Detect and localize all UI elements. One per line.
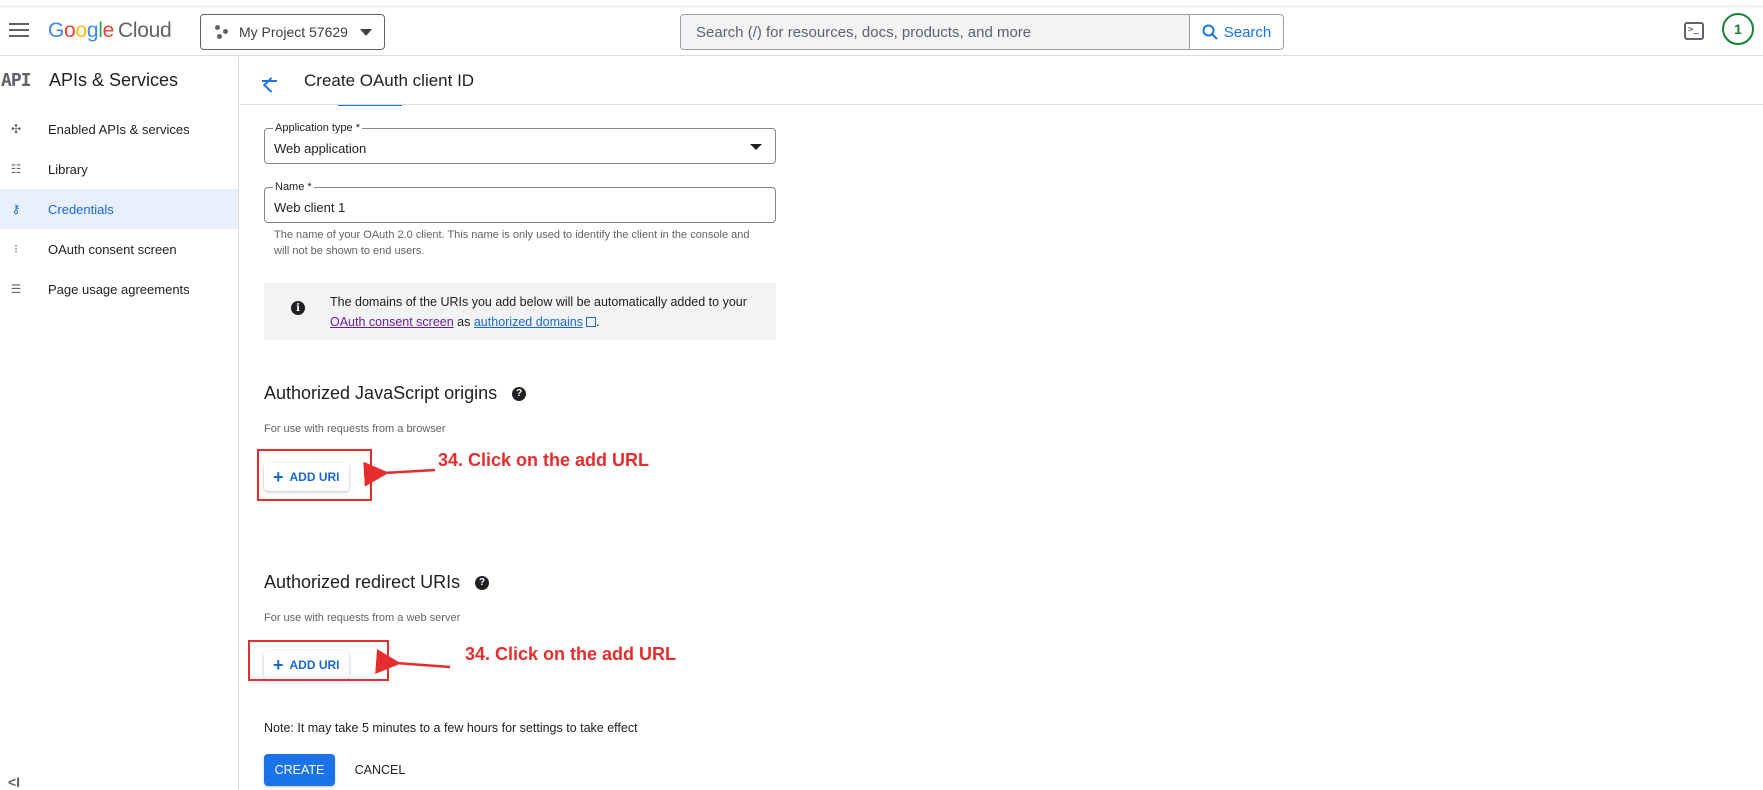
- name-value: Web client 1: [274, 200, 346, 215]
- name-help-text: The name of your OAuth 2.0 client. This …: [274, 229, 750, 257]
- external-link-icon: [585, 317, 596, 327]
- oauth-consent-link[interactable]: OAuth consent screen: [330, 315, 454, 329]
- annotation-text-2: 34. Click on the add URL: [465, 644, 677, 664]
- sidebar-item-oauth-consent[interactable]: ⁝ OAuth consent screen: [0, 229, 238, 269]
- cancel-button[interactable]: CANCEL: [344, 754, 416, 786]
- project-name: My Project 57629: [239, 24, 348, 40]
- annotation-text-1: 34. Click on the add URL: [438, 450, 650, 470]
- info-icon: i: [291, 301, 305, 315]
- application-type-select[interactable]: Application type * Web application: [264, 122, 776, 164]
- search-icon: [1202, 24, 1218, 40]
- enabled-apis-icon: ✣: [10, 122, 22, 136]
- search-bar: Search: [680, 14, 1284, 50]
- create-button[interactable]: CREATE: [264, 754, 335, 786]
- consent-icon: ⁝: [14, 242, 18, 256]
- name-field[interactable]: Name * Web client 1: [264, 181, 776, 223]
- sidebar: API APIs & Services ✣ Enabled APIs & ser…: [0, 57, 239, 790]
- project-selector[interactable]: My Project 57629: [200, 14, 385, 50]
- collapse-sidebar-icon[interactable]: <I: [8, 774, 20, 790]
- menu-icon[interactable]: [8, 21, 30, 39]
- google-cloud-logo[interactable]: Google Cloud: [48, 19, 172, 43]
- sidebar-item-page-usage[interactable]: ☰ Page usage agreements: [0, 269, 238, 309]
- annotation-box-1: [257, 449, 372, 501]
- avatar[interactable]: 1: [1722, 13, 1754, 45]
- sidebar-item-enabled-apis[interactable]: ✣ Enabled APIs & services: [0, 109, 238, 149]
- project-icon: [215, 25, 229, 39]
- sidebar-nav: ✣ Enabled APIs & services ☷ Library ⚷ Cr…: [0, 109, 238, 309]
- help-icon[interactable]: ?: [512, 386, 527, 401]
- page-header: Create OAuth client ID: [240, 57, 1763, 105]
- settings-note: Note: It may take 5 minutes to a few hou…: [264, 721, 638, 735]
- library-icon: ☷: [10, 162, 22, 176]
- cloud-shell-icon[interactable]: >_: [1684, 22, 1704, 40]
- name-label: Name *: [273, 181, 314, 193]
- api-icon: API: [1, 70, 32, 91]
- authorized-domains-link[interactable]: authorized domains: [474, 315, 583, 329]
- info-banner: i The domains of the URIs you add below …: [264, 283, 776, 340]
- search-button[interactable]: Search: [1189, 15, 1283, 49]
- annotation-box-2: [248, 640, 389, 681]
- application-type-value: Web application: [274, 141, 367, 156]
- redirect-uris-title: Authorized redirect URIs ?: [264, 572, 490, 593]
- dropdown-caret-icon: [750, 144, 762, 150]
- back-arrow-icon[interactable]: [258, 69, 282, 93]
- help-icon[interactable]: ?: [475, 575, 490, 590]
- js-origins-subtitle: For use with requests from a browser: [264, 423, 446, 435]
- page-title: Create OAuth client ID: [304, 70, 475, 90]
- redirect-uris-subtitle: For use with requests from a web server: [264, 612, 461, 624]
- main-content: Application type * Web application Name …: [264, 105, 1664, 790]
- info-text: The domains of the URIs you add below wi…: [330, 295, 747, 329]
- js-origins-title: Authorized JavaScript origins ?: [264, 383, 527, 404]
- sidebar-title: APIs & Services: [49, 70, 179, 90]
- scrolled-link-underline: [338, 102, 402, 106]
- key-icon: ⚷: [11, 202, 21, 216]
- application-type-label: Application type *: [273, 122, 362, 134]
- top-bar: GoogleCloud My Project 57629 Search >_ 1: [0, 6, 1763, 56]
- sidebar-item-credentials[interactable]: ⚷ Credentials: [0, 189, 238, 229]
- search-input[interactable]: [681, 15, 1189, 49]
- sidebar-header: API APIs & Services: [0, 57, 238, 105]
- sidebar-item-library[interactable]: ☷ Library: [0, 149, 238, 189]
- agreements-icon: ☰: [10, 282, 22, 296]
- chevron-down-icon: [360, 29, 372, 36]
